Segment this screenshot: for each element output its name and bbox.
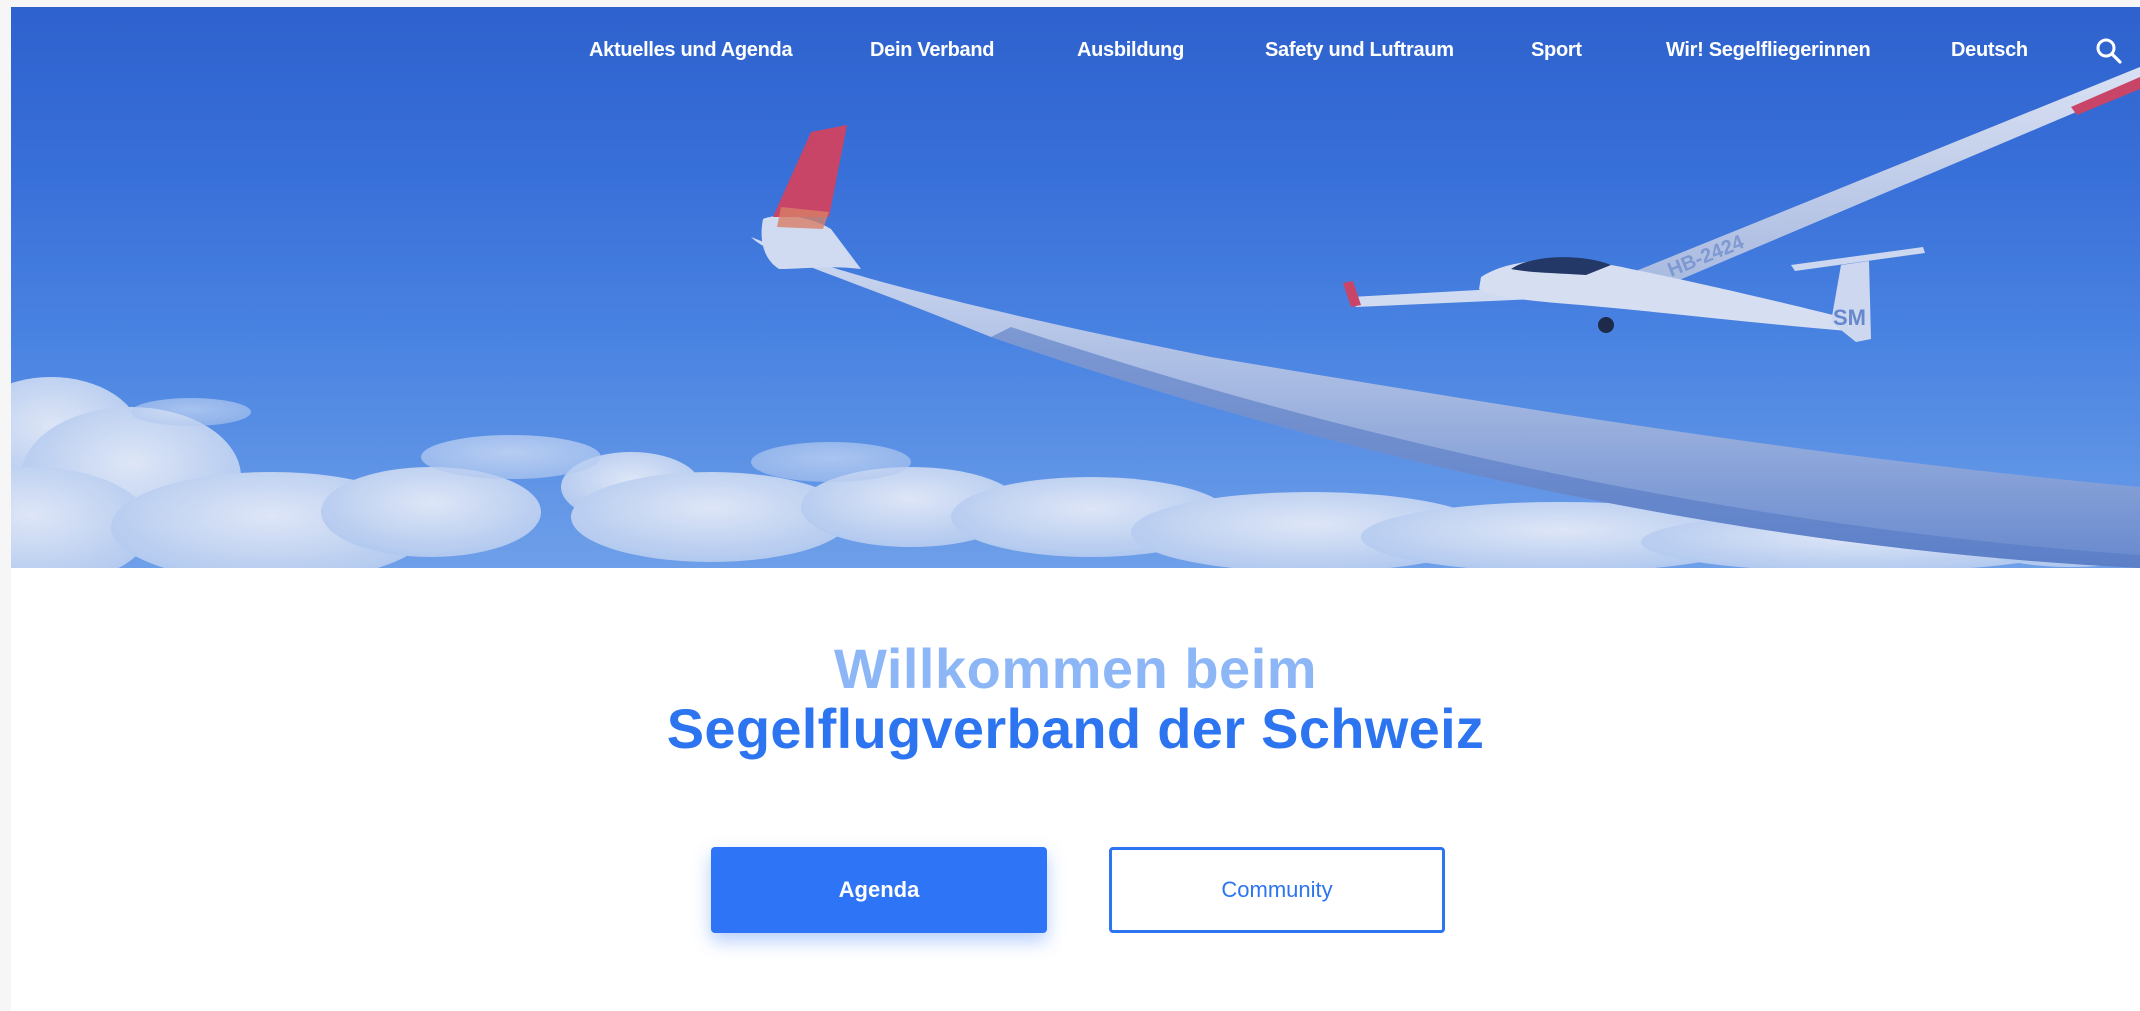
- welcome-heading: Willkommen beim Segelflugverband der Sch…: [11, 639, 2140, 759]
- main-navigation: Aktuelles und Agenda Dein Verband Ausbil…: [11, 7, 2140, 87]
- agenda-button[interactable]: Agenda: [711, 847, 1047, 933]
- nav-item-wir-segelfliegerinnen[interactable]: Wir! Segelfliegerinnen: [1666, 37, 1871, 63]
- nav-item-sport[interactable]: Sport: [1531, 37, 1582, 63]
- search-button[interactable]: [2091, 33, 2127, 69]
- welcome-line-2: Segelflugverband der Schweiz: [666, 697, 1485, 760]
- hero-tint: [11, 7, 2140, 568]
- hero-image: SM HB-2424 Aktuelles und Agenda Dein Ver…: [11, 7, 2140, 568]
- nav-item-safety-und-luftraum[interactable]: Safety und Luftraum: [1265, 37, 1454, 63]
- search-icon: [2096, 38, 2122, 64]
- language-selector[interactable]: Deutsch: [1951, 37, 2028, 63]
- nav-item-ausbildung[interactable]: Ausbildung: [1077, 37, 1184, 63]
- nav-item-aktuelles-und-agenda[interactable]: Aktuelles und Agenda: [589, 37, 793, 63]
- page: SM HB-2424 Aktuelles und Agenda Dein Ver…: [11, 7, 2140, 1011]
- nav-item-dein-verband[interactable]: Dein Verband: [870, 37, 995, 63]
- welcome-line-1: Willkommen beim: [833, 637, 1318, 700]
- community-button[interactable]: Community: [1109, 847, 1445, 933]
